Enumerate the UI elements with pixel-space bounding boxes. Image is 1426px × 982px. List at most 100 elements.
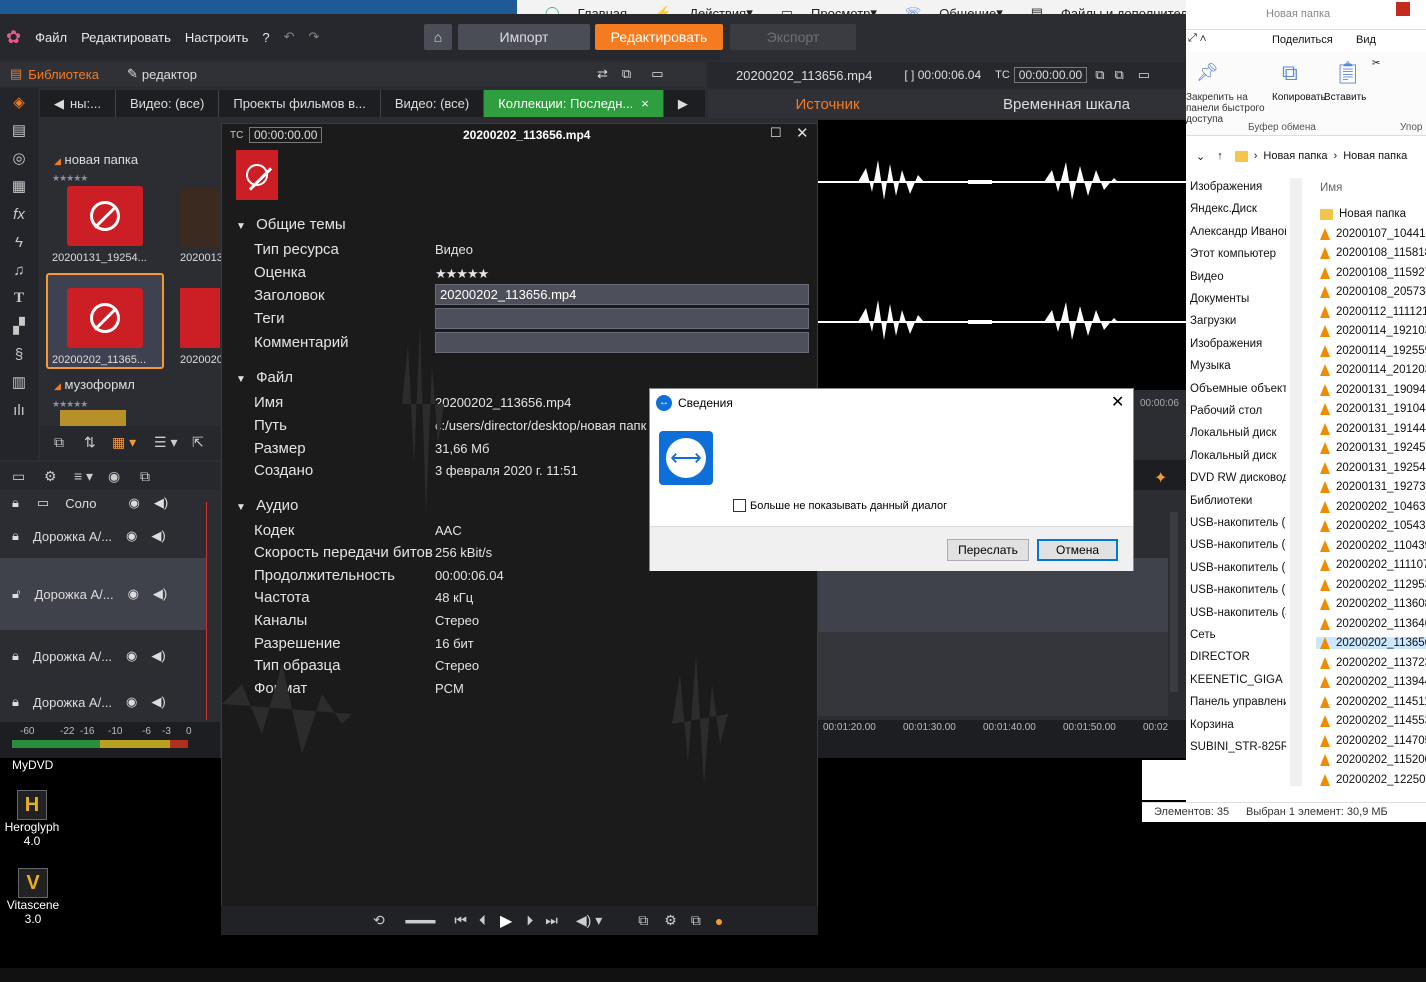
media-thumbnail[interactable] [67, 186, 143, 246]
file-row[interactable]: 20200114_192103 [1320, 325, 1426, 337]
track-header[interactable]: 🔒︎ Дорожка А/... ◉ ◀︎) [0, 518, 206, 554]
layout-icon[interactable]: ▭ [651, 66, 663, 82]
nav-item[interactable]: DVD RW дисковод [1190, 472, 1286, 484]
list-view-icon[interactable]: ☰ ▾ [154, 434, 177, 451]
nav-item[interactable]: USB-накопитель (H [1190, 562, 1286, 574]
undo-icon[interactable]: ↶ [284, 29, 295, 45]
nav-item[interactable]: Загрузки [1190, 315, 1286, 327]
nav-item[interactable]: Локальный диск [1190, 450, 1286, 462]
media-thumbnail[interactable] [60, 410, 126, 426]
film-icon[interactable]: ▥ [0, 368, 38, 396]
nav-item[interactable]: Александр Иванов [1190, 226, 1286, 238]
info-icon[interactable]: ● [715, 913, 723, 929]
volume-icon[interactable]: ◀︎) ▾ [576, 912, 602, 929]
file-row[interactable]: 20200202_114705 [1320, 734, 1426, 747]
tab-video-all-2[interactable]: Видео: (все) [381, 90, 485, 117]
nav-item[interactable]: Локальный диск [1190, 427, 1286, 439]
editor-tab[interactable]: редактор [142, 67, 197, 82]
popout-icon[interactable]: ⧉ [1095, 67, 1104, 83]
file-row[interactable]: 20200114_201203 [1320, 364, 1426, 376]
lightning-icon[interactable]: ϟ [0, 228, 38, 256]
loop-icon[interactable]: ⟲ [373, 912, 385, 929]
pin-icon[interactable]: 📌︎ [1196, 62, 1219, 83]
nav-item[interactable]: Сеть [1190, 629, 1286, 641]
tab-back[interactable]: ◀ ны:... [40, 90, 116, 117]
folder-heading[interactable]: ◢ музоформл [54, 377, 135, 392]
nav-item[interactable]: Изображения [1190, 338, 1286, 350]
link-icon[interactable]: ⇄ [597, 66, 608, 82]
nav-item[interactable]: KEENETIC_GIGA [1190, 674, 1286, 686]
nav-item[interactable]: Музыка [1190, 360, 1286, 372]
track-header[interactable]: 🔓︎ Дорожка А/... ◉ ◀︎) [0, 558, 206, 630]
play-icon[interactable]: ▶ [500, 911, 512, 931]
file-row[interactable]: 20200202_113656 [1316, 637, 1426, 649]
edit-mode-button[interactable]: Редактировать [595, 24, 723, 50]
step-forward-icon[interactable]: ⏵ [526, 912, 533, 929]
eye-icon[interactable]: ◉ [126, 648, 137, 664]
audio-icon[interactable]: ılı [0, 396, 38, 424]
track-header[interactable]: 🔒︎ Дорожка А/... ◉ ◀︎) [0, 638, 206, 674]
home-button[interactable]: ⌂ [424, 24, 452, 50]
layout-icon[interactable]: ▭ [1138, 67, 1150, 83]
nav-item[interactable]: Изображения [1190, 181, 1286, 193]
file-row[interactable]: 20200131_192540 [1320, 461, 1426, 474]
solo-label[interactable]: Соло [65, 496, 96, 511]
nav-item[interactable]: USB-накопитель (I [1190, 584, 1286, 596]
tab-timeline[interactable]: Временная шкала [947, 90, 1186, 118]
dont-show-checkbox-row[interactable]: Больше не показывать данный диалог [733, 499, 947, 512]
dont-show-checkbox[interactable] [733, 499, 746, 512]
breadcrumb-item[interactable]: Новая папка [1343, 150, 1407, 162]
nav-item[interactable]: USB-накопитель (G [1190, 539, 1286, 551]
maximize-icon[interactable]: ⤢ ∧ [1188, 32, 1206, 45]
file-row[interactable]: 20200108_205734 [1320, 286, 1426, 298]
column-name-header[interactable]: Имя [1320, 182, 1342, 194]
copy-icon[interactable]: ⧉ [1115, 67, 1124, 83]
align-icon[interactable]: ≡ ▾ [74, 468, 93, 485]
file-row[interactable]: 20200108_115927 [1320, 266, 1426, 279]
file-row[interactable]: 20200202_113944 [1320, 676, 1426, 688]
copy-icon[interactable]: ⧉ [1282, 60, 1298, 86]
close-icon[interactable]: × [641, 96, 649, 111]
menu-edit[interactable]: Редактировать [81, 30, 171, 45]
fx-icon[interactable]: fx [0, 200, 38, 228]
nav-item[interactable]: DIRECTOR [1190, 651, 1286, 663]
lock-icon[interactable]: 🔒︎ [12, 648, 19, 664]
lock-icon[interactable]: 🔒︎ [12, 694, 19, 710]
rating-stars[interactable]: ★★★★★ [52, 399, 88, 410]
search-box[interactable]: Новая папка [1266, 8, 1330, 20]
file-row[interactable]: 20200202_104631 [1320, 500, 1426, 513]
close-icon[interactable]: ✕ [1111, 392, 1124, 412]
lock-icon[interactable]: 🔒︎ [12, 495, 19, 511]
library-nav-icon[interactable]: ◈ [0, 88, 38, 116]
tab-share[interactable]: Поделиться [1272, 34, 1333, 46]
forward-button[interactable]: Переслать [947, 539, 1029, 561]
cancel-button[interactable]: Отмена [1037, 539, 1118, 561]
nav-item[interactable]: Корзина [1190, 719, 1286, 731]
file-row[interactable]: 20200202_113646 [1320, 617, 1426, 630]
rating-stars[interactable]: ★★★★★ [52, 173, 88, 184]
go-start-icon[interactable]: ⏮ [454, 912, 467, 929]
speaker-icon[interactable]: ◀︎) [151, 528, 165, 544]
photos-icon[interactable]: ▦ [0, 172, 38, 200]
export-button[interactable]: Экспорт [730, 24, 856, 50]
file-row[interactable]: 20200202_112953 [1320, 578, 1426, 591]
copy-icon[interactable]: ⧉ [54, 434, 64, 451]
maximize-icon[interactable]: ☐ [770, 125, 782, 141]
file-row[interactable]: 20200131_191045 [1320, 403, 1426, 415]
track-header[interactable]: 🔒︎ Дорожка А/... ◉ ◀︎) [0, 684, 206, 720]
file-row[interactable]: 20200131_191443 [1320, 422, 1426, 435]
wand-icon[interactable]: ✦ [1154, 468, 1167, 488]
rating-stars[interactable]: ★★★★★ [435, 266, 489, 282]
fullscreen-icon[interactable]: ⧉ [691, 912, 701, 929]
tab-collections[interactable]: Коллекции: Последн... × [484, 90, 664, 117]
file-row[interactable]: 20200202_111107 [1320, 559, 1426, 571]
playhead[interactable] [206, 502, 207, 720]
redo-icon[interactable]: ↷ [309, 29, 320, 45]
eye-icon[interactable]: ◉ [128, 586, 139, 602]
file-row[interactable]: 20200131_190946 [1320, 383, 1426, 396]
popout-icon[interactable]: ⧉ [622, 66, 631, 82]
title-icon[interactable]: T [0, 284, 38, 312]
desktop-icon-vitascene[interactable]: V Vitascene 3.0 [0, 868, 66, 926]
media-thumbnail[interactable] [180, 288, 220, 348]
file-row[interactable]: 20200202_114553 [1320, 715, 1426, 727]
